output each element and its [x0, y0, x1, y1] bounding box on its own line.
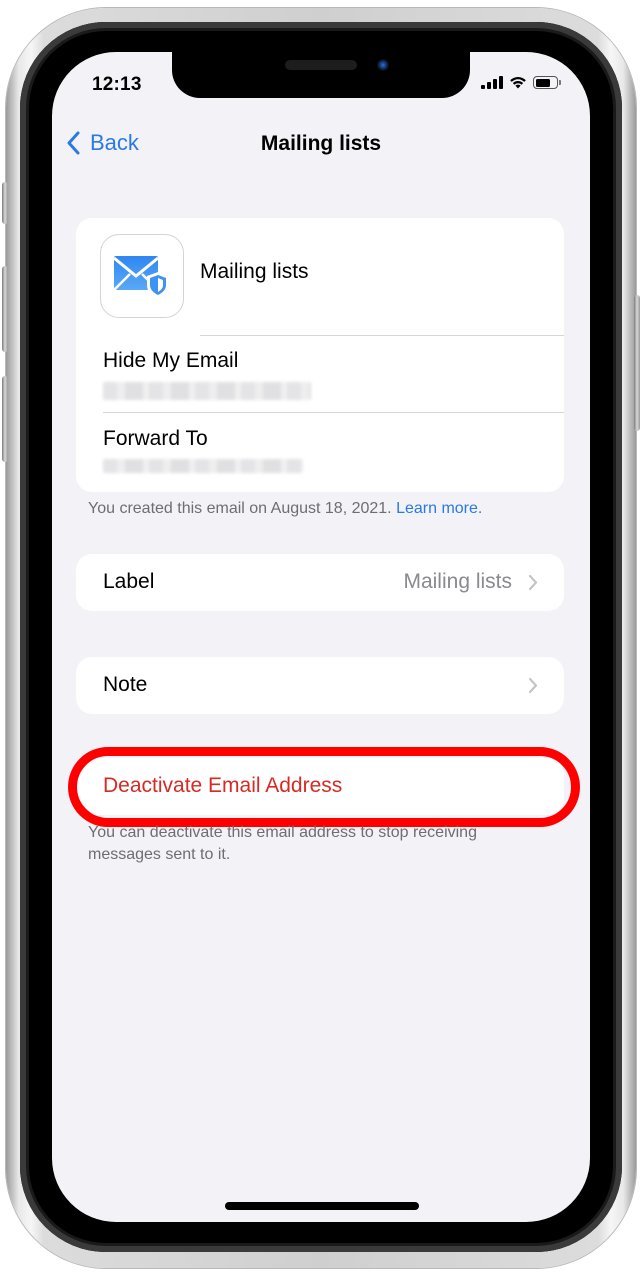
label-row-title: Label [103, 570, 155, 593]
page-title: Mailing lists [260, 132, 382, 155]
screen: 12:13 Back Mailing lists Mailing lists H… [52, 52, 590, 1222]
email-details-card: Mailing lists Hide My Email Forward To [76, 218, 564, 492]
deactivate-footnote-line2: messages sent to it. [88, 846, 231, 863]
hide-my-email-label: Hide My Email [103, 349, 239, 372]
volume-down-button [2, 376, 8, 462]
power-button [634, 295, 640, 431]
home-indicator[interactable] [225, 1202, 419, 1210]
volume-up-button [2, 266, 8, 352]
learn-more-link[interactable]: Learn more. [396, 500, 482, 517]
deactivate-label: Deactivate Email Address [103, 774, 343, 797]
battery-icon [533, 76, 561, 89]
created-footnote: You created this email on August 18, 202… [88, 498, 482, 520]
silent-switch [2, 182, 8, 224]
front-camera [377, 59, 389, 71]
status-icons [481, 76, 561, 89]
label-row[interactable]: Label Mailing lists [76, 554, 564, 611]
note-row-title: Note [103, 673, 148, 696]
chevron-right-icon [528, 677, 538, 694]
deactivate-email-button[interactable]: Deactivate Email Address [76, 758, 564, 815]
wifi-icon [510, 77, 526, 89]
notch [172, 52, 470, 98]
navigation-bar: Back Mailing lists [52, 126, 590, 166]
divider [103, 412, 564, 413]
speaker-grille [285, 60, 357, 70]
cellular-signal-icon [481, 76, 503, 89]
app-name: Mailing lists [200, 260, 309, 283]
deactivate-footnote-line1: You can deactivate this email address to… [88, 824, 477, 841]
forward-to-label: Forward To [103, 427, 208, 450]
created-text: You created this email on August 18, 202… [88, 500, 397, 517]
mail-shield-icon [113, 256, 169, 299]
hide-my-email-value[interactable] [103, 382, 311, 400]
label-row-value: Mailing lists [403, 570, 512, 593]
deactivate-footnote: You can deactivate this email address to… [88, 822, 477, 866]
app-icon [100, 234, 184, 318]
note-row[interactable]: Note [76, 657, 564, 714]
status-time: 12:13 [92, 74, 142, 95]
forward-to-value [103, 459, 303, 473]
divider [200, 335, 564, 336]
chevron-right-icon [528, 574, 538, 591]
